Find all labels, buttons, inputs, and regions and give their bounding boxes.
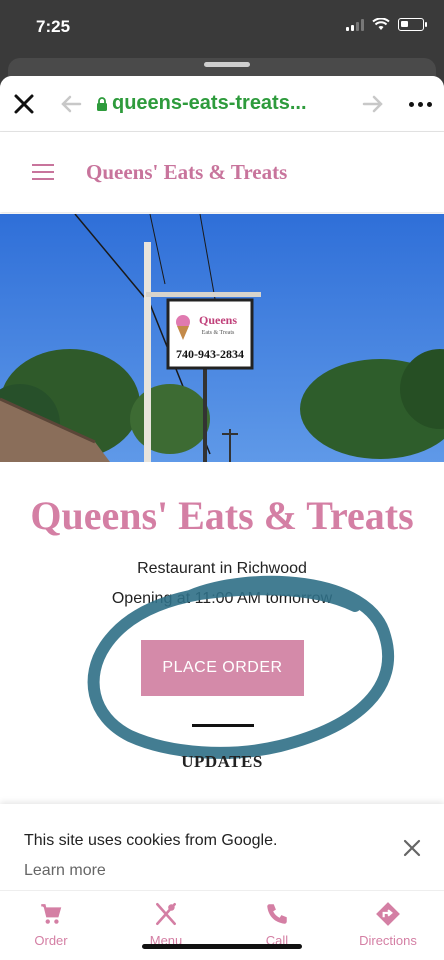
- status-icons: [346, 18, 427, 31]
- sign-phone: 740-943-2834: [176, 347, 244, 361]
- learn-more-link[interactable]: Learn more: [24, 862, 106, 880]
- arrow-right-icon[interactable]: [362, 94, 384, 114]
- sign-brand: Queens: [199, 313, 237, 327]
- lock-icon: [97, 97, 107, 111]
- phone-icon: [267, 904, 287, 924]
- utensils-icon: [156, 902, 176, 926]
- signal-icon: [346, 18, 364, 31]
- site-name[interactable]: Queens' Eats & Treats: [86, 160, 287, 185]
- place-order-button[interactable]: PLACE ORDER: [141, 640, 304, 696]
- url-bar: queens-eats-treats...: [0, 76, 444, 132]
- hamburger-icon[interactable]: [32, 164, 54, 180]
- opening-hours: Opening at 11:00 AM tomorrow: [111, 590, 333, 607]
- nav-directions-label: Directions: [359, 933, 417, 948]
- close-icon[interactable]: [12, 92, 36, 116]
- business-category: Restaurant in Richwood: [137, 560, 307, 577]
- section-divider: [192, 724, 254, 727]
- status-time: 7:25: [36, 17, 71, 36]
- home-indicator: [142, 944, 302, 949]
- page-title: Queens' Eats & Treats: [30, 493, 414, 538]
- sign-sub: Eats & Treats: [202, 330, 235, 336]
- nav-order[interactable]: Order: [0, 901, 106, 948]
- hero-image: Queens Eats & Treats 740-943-2834: [0, 214, 444, 462]
- directions-icon: [376, 902, 400, 926]
- nav-order-label: Order: [34, 933, 68, 948]
- cookie-banner: This site uses cookies from Google. Lear…: [0, 804, 444, 890]
- bottom-nav: Order Menu Call Directions: [0, 890, 444, 960]
- arrow-left-icon[interactable]: [60, 94, 82, 114]
- cookie-message: This site uses cookies from Google.: [24, 832, 278, 849]
- more-icon[interactable]: [409, 102, 432, 107]
- nav-call[interactable]: Call: [222, 901, 332, 948]
- updates-heading: UPDATES: [181, 752, 263, 771]
- browser-window: queens-eats-treats... Queens' Eats & Tre…: [0, 76, 444, 960]
- url-text[interactable]: queens-eats-treats...: [112, 92, 307, 115]
- site-header: Queens' Eats & Treats: [0, 132, 444, 212]
- close-icon[interactable]: [402, 838, 422, 858]
- status-bar: 7:25: [0, 0, 444, 56]
- wifi-icon: [372, 18, 390, 30]
- nav-menu[interactable]: Menu: [111, 901, 221, 948]
- nav-directions[interactable]: Directions: [333, 901, 443, 948]
- battery-icon: [398, 18, 427, 31]
- cart-icon: [41, 904, 62, 924]
